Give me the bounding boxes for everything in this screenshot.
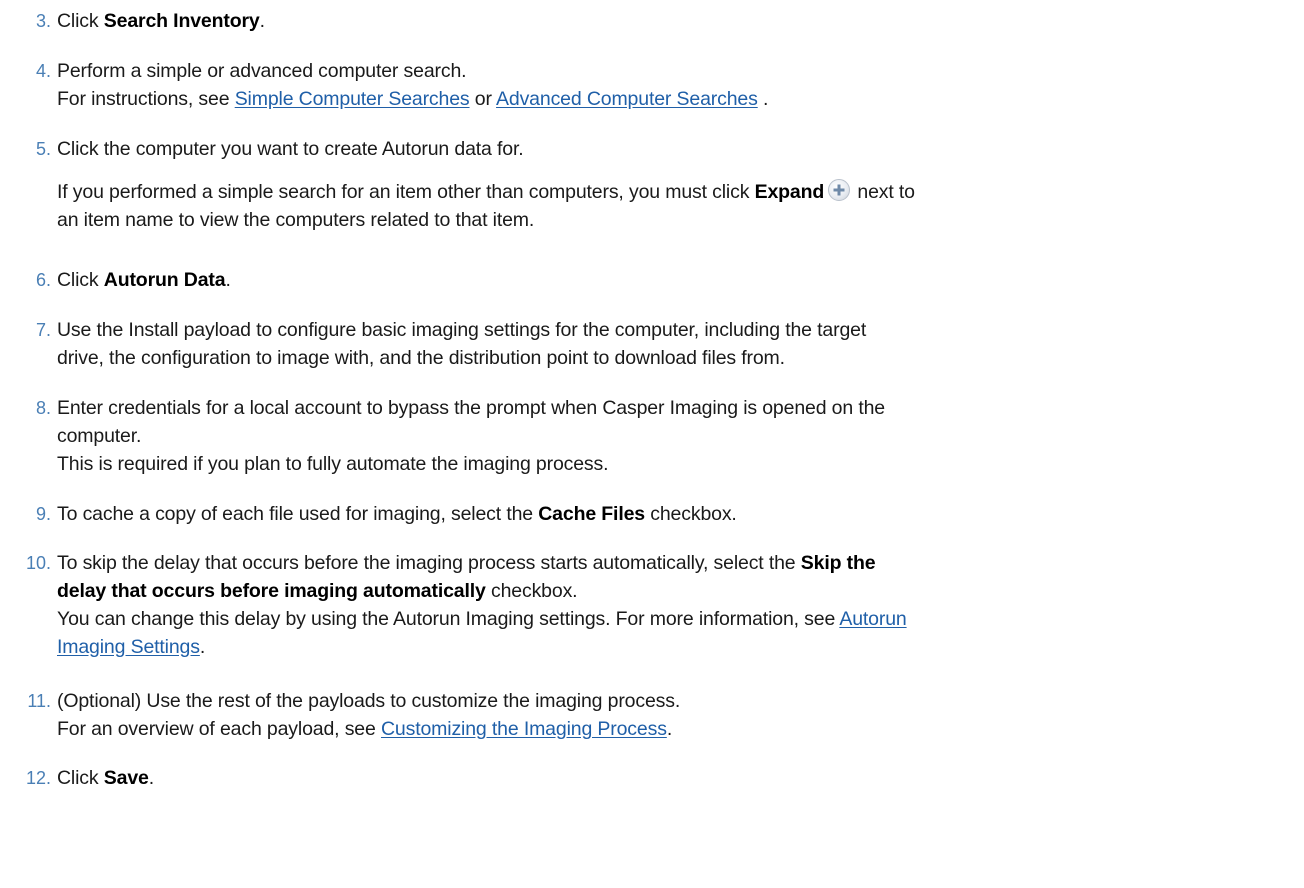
step-number: 8.	[35, 398, 51, 418]
document-page: 3. Click Search Inventory. 4. Perform a …	[0, 0, 1304, 888]
ui-term: delay that occurs before imaging automat…	[57, 580, 486, 602]
step-number: 6.	[35, 270, 51, 290]
step-number: 4.	[35, 61, 51, 81]
step-number: 3.	[35, 11, 51, 31]
step-text: To cache a copy of each file used for im…	[57, 503, 737, 525]
step-text: Click Autorun Data.	[57, 269, 231, 291]
step-number: 12.	[25, 768, 51, 788]
ui-term: Save	[103, 767, 149, 789]
link-customizing-imaging-process[interactable]: Customizing the Imaging Process	[381, 718, 667, 740]
ui-term: Search Inventory	[103, 10, 260, 32]
link-simple-computer-searches[interactable]: Simple Computer Searches	[235, 88, 470, 110]
ui-term: Cache Files	[538, 503, 645, 525]
plus-circle-icon	[828, 179, 851, 201]
step-text: Click Search Inventory.	[57, 10, 265, 32]
ui-term: Autorun Data	[103, 269, 226, 291]
ui-term: Skip the	[800, 552, 876, 574]
step-text: Perform a simple or advanced computer se…	[57, 60, 769, 110]
step-text: (Optional) Use the rest of the payloads …	[57, 690, 681, 740]
ui-term: Expand	[754, 181, 825, 203]
step-number: 11.	[27, 691, 51, 711]
link-autorun-imaging-settings-cont[interactable]: Imaging Settings	[57, 636, 200, 658]
step-text: Click the computer you want to create Au…	[57, 138, 915, 231]
step-number: 10.	[25, 553, 51, 573]
step-text: To skip the delay that occurs before the…	[57, 552, 907, 658]
link-autorun-imaging-settings[interactable]: Autorun	[839, 608, 906, 630]
step-text: Enter credentials for a local account to…	[57, 397, 885, 475]
step-text: Click Save.	[57, 767, 154, 789]
link-advanced-computer-searches[interactable]: Advanced Computer Searches	[496, 88, 758, 110]
step-number: 7.	[35, 320, 51, 340]
step-number: 9.	[35, 504, 51, 524]
step-text: Use the Install payload to configure bas…	[57, 319, 867, 369]
step-number: 5.	[35, 139, 51, 159]
